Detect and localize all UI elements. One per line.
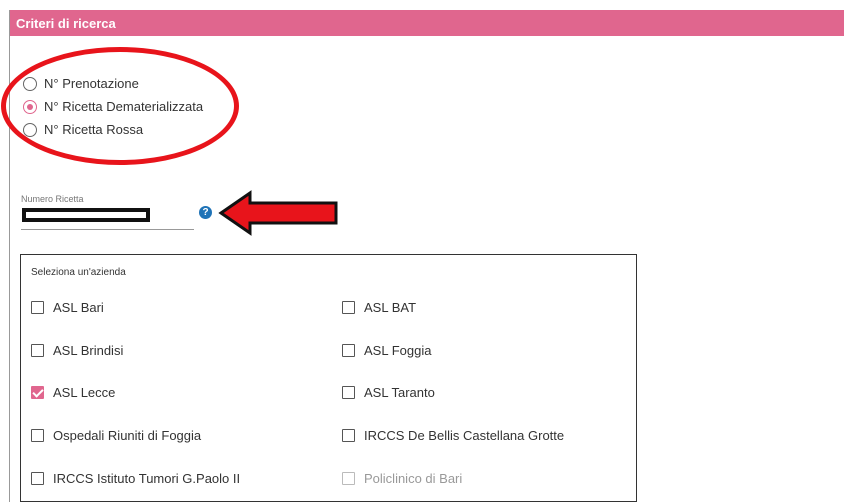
redacted-recipe-number-input[interactable] [22,208,150,222]
checkbox[interactable] [31,344,44,357]
checkbox-label: ASL Lecce [53,385,116,400]
checkbox-label: ASL Foggia [364,343,432,358]
checkbox-asl-lecce[interactable]: ASL Lecce [31,385,115,400]
checkbox-label: Policlinico di Bari [364,471,463,486]
recipe-number-underline [21,229,194,230]
panel-header: Criteri di ricerca [10,10,844,36]
checkbox-disabled [342,472,355,485]
checkbox-asl-taranto[interactable]: ASL Taranto [342,385,435,400]
checkbox-label: ASL Brindisi [53,343,124,358]
help-icon[interactable]: ? [199,206,212,219]
checkbox-label: ASL Taranto [364,385,435,400]
checkbox[interactable] [342,429,355,442]
checkbox-label: IRCCS Istituto Tumori G.Paolo II [53,471,241,486]
checkbox[interactable] [342,301,355,314]
checkbox-label: ASL BAT [364,300,417,315]
checkbox[interactable] [342,386,355,399]
recipe-number-label: Numero Ricetta [21,194,84,204]
checkbox-asl-bat[interactable]: ASL BAT [342,300,416,315]
company-selection-title: Seleziona un'azienda [31,267,126,278]
checkbox-asl-foggia[interactable]: ASL Foggia [342,343,431,358]
checkbox-label: Ospedali Riuniti di Foggia [53,428,202,443]
search-criteria-panel: Criteri di ricerca N° Prenotazione N° Ri… [1,10,844,502]
red-oval-annotation [1,47,239,165]
checkbox[interactable] [31,301,44,314]
checkbox[interactable] [31,472,44,485]
checkbox-ospedali-riuniti-foggia[interactable]: Ospedali Riuniti di Foggia [31,428,201,443]
company-selection-box: Seleziona un'azienda ASL Bari ASL BAT AS… [20,254,637,502]
checkbox-asl-brindisi[interactable]: ASL Brindisi [31,343,123,358]
checkbox-label: ASL Bari [53,300,104,315]
panel-title: Criteri di ricerca [16,16,116,31]
checkbox-policlinico-bari: Policlinico di Bari [342,471,462,486]
red-arrow-annotation [218,190,338,236]
checkbox-irccs-de-bellis[interactable]: IRCCS De Bellis Castellana Grotte [342,428,564,443]
checkbox-checked[interactable] [31,386,44,399]
checkbox-label: IRCCS De Bellis Castellana Grotte [364,428,565,443]
checkbox[interactable] [342,344,355,357]
checkbox-irccs-istituto-tumori[interactable]: IRCCS Istituto Tumori G.Paolo II [31,471,240,486]
checkbox-asl-bari[interactable]: ASL Bari [31,300,104,315]
checkbox[interactable] [31,429,44,442]
